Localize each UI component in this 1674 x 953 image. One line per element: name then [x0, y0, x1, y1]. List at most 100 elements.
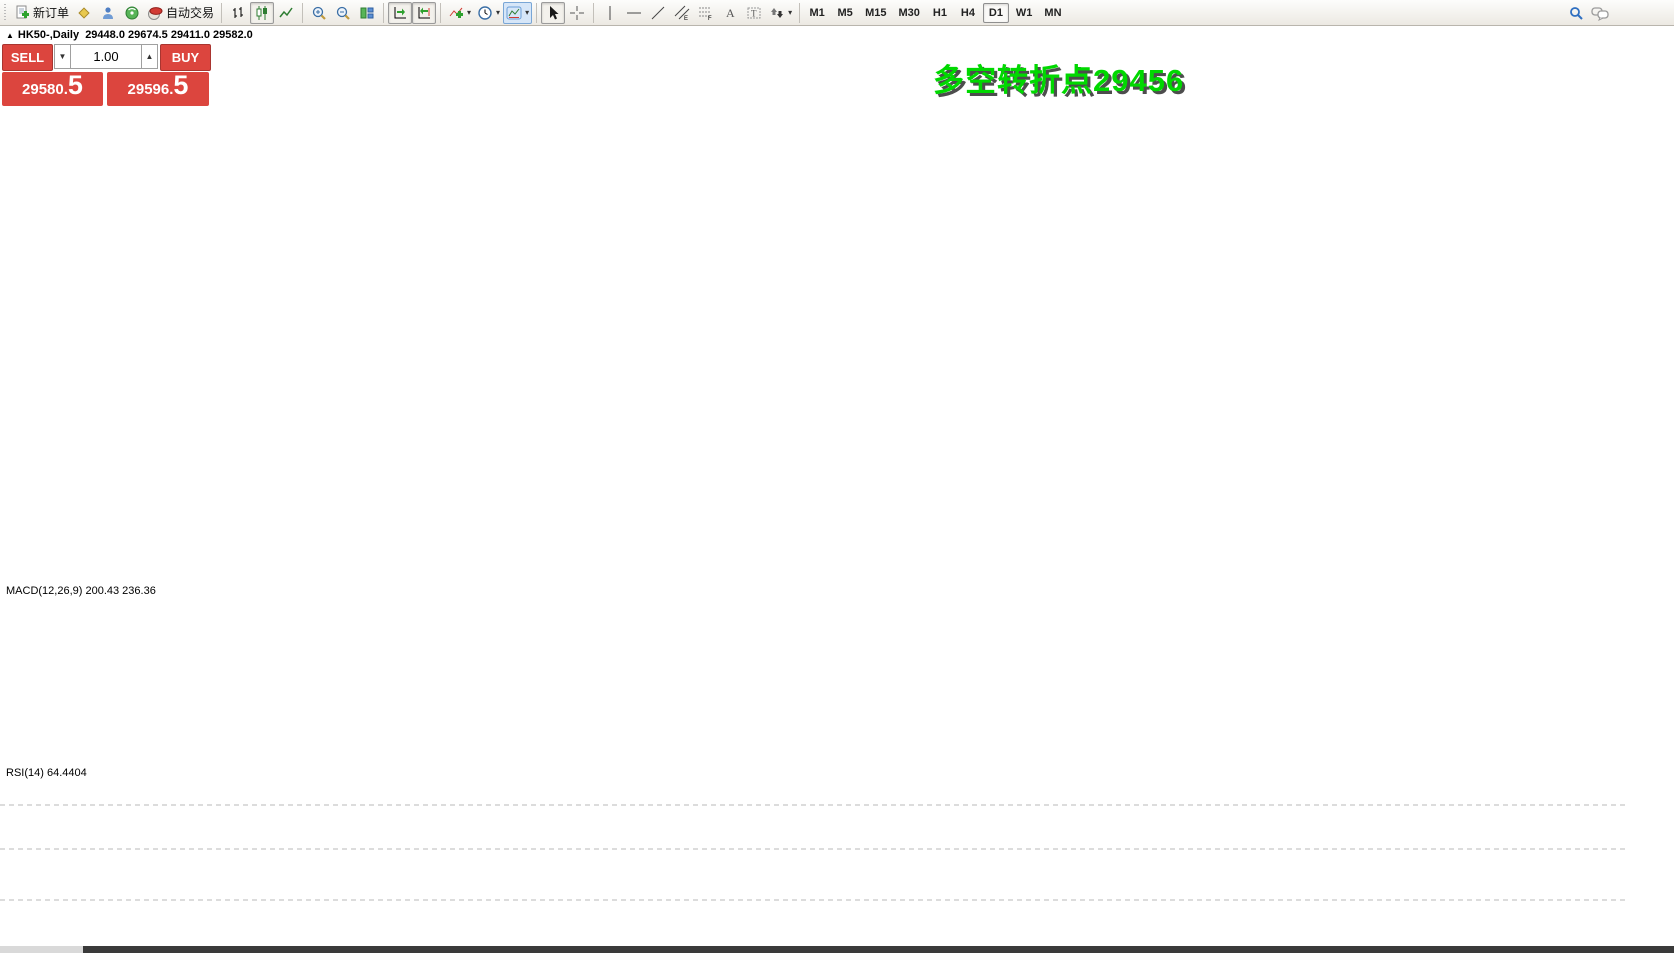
- trendline-icon: [650, 5, 666, 21]
- candlestick-icon: [254, 5, 270, 21]
- horizontal-line-tool-button[interactable]: [622, 2, 646, 24]
- indicators-button[interactable]: ▾: [445, 2, 474, 24]
- fibonacci-icon: F: [698, 5, 714, 21]
- caret-up-icon: ▲: [146, 53, 154, 61]
- chart-canvas: [0, 0, 1674, 953]
- timeframe-button-H1[interactable]: H1: [927, 3, 953, 23]
- timeframe-button-M5[interactable]: M5: [832, 3, 858, 23]
- chevron-down-icon: ▾: [788, 9, 792, 17]
- tile-windows-button[interactable]: [355, 2, 379, 24]
- timeframe-button-M15[interactable]: M15: [860, 3, 891, 23]
- buy-price: 29596.: [128, 81, 174, 98]
- timeframe-button-D1[interactable]: D1: [983, 3, 1009, 23]
- search-button[interactable]: [1564, 2, 1588, 24]
- text-icon: A: [722, 5, 738, 21]
- timeframe-group: M1M5M15M30H1H4D1W1MN: [804, 3, 1066, 23]
- cursor-tool-button[interactable]: [541, 2, 565, 24]
- chevron-down-icon: ▾: [525, 9, 529, 17]
- chart-template-icon: [506, 5, 522, 21]
- signals-button[interactable]: [120, 2, 144, 24]
- search-icon: [1568, 5, 1584, 21]
- symbol-period-label: HK50-,Daily: [18, 29, 79, 41]
- window-bottom-edge: [0, 946, 1674, 953]
- ohlc-values: 29448.0 29674.5 29411.0 29582.0: [85, 29, 253, 41]
- timeframe-button-H4[interactable]: H4: [955, 3, 981, 23]
- buy-button[interactable]: BUY: [160, 44, 211, 71]
- sell-button[interactable]: SELL: [2, 44, 53, 71]
- toolbar-separator: [593, 3, 594, 23]
- window-bottom-edge-light: [0, 946, 83, 953]
- toolbar-separator: [440, 3, 441, 23]
- vertical-line-tool-button[interactable]: [598, 2, 622, 24]
- line-chart-mode-button[interactable]: [274, 2, 298, 24]
- arrows-tool-button[interactable]: ▾: [766, 2, 795, 24]
- sell-price-tile[interactable]: 29580.5: [2, 72, 103, 106]
- svg-text:F: F: [708, 16, 712, 21]
- chat-bubbles-icon: [1591, 5, 1609, 21]
- auto-scroll-icon: [392, 5, 408, 21]
- quotes-button[interactable]: [72, 2, 96, 24]
- bar-chart-mode-button[interactable]: [226, 2, 250, 24]
- text-label-icon: T: [746, 5, 762, 21]
- periods-button[interactable]: ▾: [474, 2, 503, 24]
- tile-windows-icon: [359, 5, 375, 21]
- profile-person-icon: [100, 5, 116, 21]
- templates-button[interactable]: ▾: [503, 2, 532, 24]
- indicators-icon: [448, 5, 464, 21]
- buy-price-tile[interactable]: 29596.5: [107, 72, 209, 106]
- timeframe-button-M30[interactable]: M30: [894, 3, 925, 23]
- arrows-shapes-icon: [769, 5, 785, 21]
- equidistant-channel-icon: E: [674, 5, 690, 21]
- volume-input[interactable]: 1.00: [70, 44, 142, 69]
- toolbar-grip[interactable]: [4, 4, 9, 22]
- toolbar-separator: [799, 3, 800, 23]
- trendline-tool-button[interactable]: [646, 2, 670, 24]
- svg-text:E: E: [684, 16, 688, 21]
- chart-annotation-text[interactable]: 多空转折点29456: [933, 55, 1184, 100]
- toolbar-separator: [383, 3, 384, 23]
- sell-price: 29580.: [22, 81, 68, 98]
- text-tool-button[interactable]: A: [718, 2, 742, 24]
- timeframe-button-W1[interactable]: W1: [1011, 3, 1038, 23]
- sell-price-big-digit: 5: [68, 72, 83, 99]
- candlestick-mode-button[interactable]: [250, 2, 274, 24]
- toolbar: 新订单 自动交易: [0, 0, 1674, 26]
- vertical-line-icon: [602, 5, 618, 21]
- label-tool-button[interactable]: T: [742, 2, 766, 24]
- chart-shift-icon: [416, 5, 432, 21]
- quotes-diamond-icon: [76, 5, 92, 21]
- cursor-arrow-icon: [545, 5, 561, 21]
- auto-trading-button[interactable]: 自动交易: [144, 2, 217, 24]
- channel-tool-button[interactable]: E: [670, 2, 694, 24]
- clock-icon: [477, 5, 493, 21]
- svg-text:A: A: [726, 6, 735, 20]
- horizontal-line-icon: [626, 5, 642, 21]
- buy-price-big-digit: 5: [173, 72, 188, 99]
- auto-trading-icon: [147, 5, 163, 21]
- trading-terminal-window: ▲ HK50-,Daily 29448.0 29674.5 29411.0 295…: [0, 0, 1674, 953]
- toolbar-separator: [302, 3, 303, 23]
- auto-scroll-button[interactable]: [388, 2, 412, 24]
- chart-symbol-header: ▲ HK50-,Daily 29448.0 29674.5 29411.0 295…: [6, 29, 253, 41]
- zoom-in-button[interactable]: [307, 2, 331, 24]
- volume-increase-button[interactable]: ▲: [141, 44, 158, 69]
- timeframe-button-M1[interactable]: M1: [804, 3, 830, 23]
- line-chart-icon: [278, 5, 294, 21]
- timeframe-button-MN[interactable]: MN: [1039, 3, 1066, 23]
- zoom-in-icon: [311, 5, 327, 21]
- new-order-icon: [14, 5, 30, 21]
- new-order-button[interactable]: 新订单: [11, 2, 72, 24]
- collapse-panel-icon[interactable]: ▲: [6, 31, 14, 40]
- chart-shift-button[interactable]: [412, 2, 436, 24]
- fibonacci-tool-button[interactable]: F: [694, 2, 718, 24]
- toolbar-separator: [536, 3, 537, 23]
- rsi-panel: [0, 805, 1628, 900]
- caret-down-icon: ▼: [59, 53, 67, 61]
- crosshair-tool-button[interactable]: [565, 2, 589, 24]
- volume-decrease-button[interactable]: ▼: [54, 44, 71, 69]
- signal-icon: [124, 5, 140, 21]
- zoom-out-icon: [335, 5, 351, 21]
- zoom-out-button[interactable]: [331, 2, 355, 24]
- navigator-button[interactable]: [96, 2, 120, 24]
- community-chat-button[interactable]: [1588, 2, 1612, 24]
